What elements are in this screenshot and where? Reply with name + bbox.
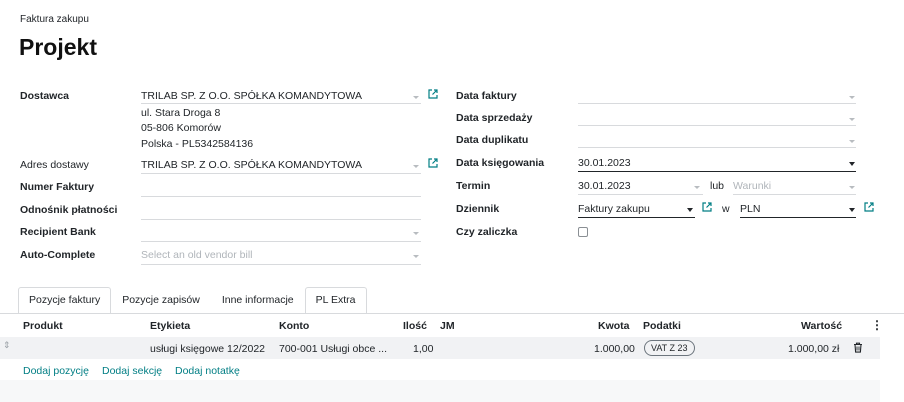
invoice-number-label: Numer Faktury bbox=[20, 181, 95, 193]
accounting-date-dropdown-icon[interactable] bbox=[849, 162, 855, 166]
table-row[interactable] bbox=[0, 337, 880, 359]
in-label: w bbox=[722, 203, 730, 215]
external-link-icon[interactable] bbox=[427, 157, 439, 169]
delivery-address-field[interactable]: TRILAB SP. Z O.O. SPÓŁKA KOMANDYTOWA bbox=[141, 159, 362, 171]
journal-underline bbox=[578, 217, 695, 218]
external-link-icon[interactable] bbox=[701, 201, 713, 213]
tab-pl-extra[interactable]: PL Extra bbox=[304, 287, 367, 313]
vendor-address-line-1: ul. Stara Droga 8 bbox=[141, 107, 221, 119]
column-header-subtotal[interactable]: Wartość bbox=[801, 320, 842, 332]
payment-terms-field[interactable]: Warunki bbox=[733, 180, 771, 192]
column-header-taxes[interactable]: Podatki bbox=[643, 320, 681, 332]
payment-terms-underline bbox=[733, 194, 856, 195]
external-link-icon[interactable] bbox=[427, 88, 439, 100]
line-subtotal: 1.000,00 zł bbox=[788, 343, 840, 355]
tabs-divider bbox=[0, 313, 904, 314]
invoice-date-label: Data faktury bbox=[456, 90, 517, 102]
column-header-uom[interactable]: JM bbox=[440, 320, 455, 332]
autocomplete-underline bbox=[141, 264, 421, 265]
optional-columns-icon[interactable]: ⋮ bbox=[871, 318, 883, 332]
column-header-account[interactable]: Konto bbox=[279, 320, 309, 332]
duplicate-date-underline bbox=[578, 147, 856, 148]
advance-payment-checkbox[interactable] bbox=[578, 227, 588, 237]
trash-icon[interactable] bbox=[853, 342, 863, 353]
due-date-label: Termin bbox=[456, 180, 491, 192]
delivery-dropdown-icon[interactable] bbox=[413, 165, 419, 168]
delivery-underline bbox=[141, 173, 421, 174]
page-title: Projekt bbox=[19, 34, 97, 60]
autocomplete-label: Auto-Complete bbox=[20, 249, 96, 261]
sale-date-dropdown-icon[interactable] bbox=[849, 118, 855, 121]
add-line-link[interactable]: Dodaj pozycję bbox=[23, 365, 89, 377]
due-date-underline bbox=[578, 194, 703, 195]
external-link-icon[interactable] bbox=[863, 201, 875, 213]
notebook-tabs: Pozycje faktury Pozycje zapisów Inne inf… bbox=[18, 287, 367, 313]
due-date-dropdown-icon[interactable] bbox=[694, 186, 700, 189]
currency-field[interactable]: PLN bbox=[740, 203, 760, 215]
invoice-date-underline bbox=[578, 103, 856, 104]
tab-journal-items[interactable]: Pozycje zapisów bbox=[111, 287, 211, 313]
delivery-address-label: Adres dostawy bbox=[20, 159, 89, 171]
accounting-date-field[interactable]: 30.01.2023 bbox=[578, 157, 631, 169]
payment-reference-underline bbox=[141, 219, 421, 220]
journal-label: Dziennik bbox=[456, 203, 500, 215]
payment-terms-dropdown-icon[interactable] bbox=[849, 186, 855, 189]
due-date-field[interactable]: 30.01.2023 bbox=[578, 180, 631, 192]
line-quantity[interactable]: 1,00 bbox=[413, 343, 433, 355]
duplicate-date-dropdown-icon[interactable] bbox=[849, 140, 855, 143]
vendor-address-line-3: Polska - PL5342584136 bbox=[141, 138, 254, 150]
accounting-date-label: Data księgowania bbox=[456, 157, 545, 169]
line-price[interactable]: 1.000,00 bbox=[594, 343, 635, 355]
add-section-link[interactable]: Dodaj sekcję bbox=[102, 365, 162, 377]
breadcrumb[interactable]: Faktura zakupu bbox=[20, 14, 89, 25]
vendor-underline bbox=[141, 103, 421, 104]
tab-invoice-lines[interactable]: Pozycje faktury bbox=[18, 287, 112, 313]
line-account[interactable]: 700-001 Usługi obce ... bbox=[279, 343, 387, 355]
invoice-date-dropdown-icon[interactable] bbox=[849, 96, 855, 99]
accounting-date-underline bbox=[578, 171, 856, 172]
currency-underline bbox=[740, 217, 856, 218]
autocomplete-field[interactable]: Select an old vendor bill bbox=[141, 249, 253, 261]
vendor-address-line-2: 05-806 Komorów bbox=[141, 122, 221, 134]
payment-reference-label: Odnośnik płatności bbox=[20, 204, 118, 216]
line-label[interactable]: usługi księgowe 12/2022 bbox=[150, 343, 265, 355]
advance-payment-label: Czy zaliczka bbox=[456, 226, 518, 238]
autocomplete-dropdown-icon[interactable] bbox=[413, 255, 419, 258]
drag-handle-icon[interactable]: ⇕ bbox=[3, 340, 11, 351]
currency-dropdown-icon[interactable] bbox=[849, 208, 855, 212]
column-header-quantity[interactable]: Ilość bbox=[403, 320, 427, 332]
sale-date-underline bbox=[578, 125, 856, 126]
tab-other-info[interactable]: Inne informacje bbox=[211, 287, 305, 313]
column-header-label[interactable]: Etykieta bbox=[150, 320, 190, 332]
recipient-bank-label: Recipient Bank bbox=[20, 226, 96, 238]
recipient-bank-dropdown-icon[interactable] bbox=[413, 232, 419, 235]
table-footer bbox=[0, 380, 880, 402]
add-note-link[interactable]: Dodaj notatkę bbox=[175, 365, 240, 377]
tax-badge[interactable]: VAT Z 23 bbox=[644, 340, 695, 356]
recipient-bank-underline bbox=[141, 241, 421, 242]
column-header-product[interactable]: Produkt bbox=[23, 320, 63, 332]
sale-date-label: Data sprzedaży bbox=[456, 112, 533, 124]
vendor-field[interactable]: TRILAB SP. Z O.O. SPÓŁKA KOMANDYTOWA bbox=[141, 90, 362, 102]
vendor-dropdown-icon[interactable] bbox=[413, 96, 419, 99]
or-label: lub bbox=[710, 180, 725, 192]
duplicate-date-label: Data duplikatu bbox=[456, 134, 529, 146]
vendor-label: Dostawca bbox=[20, 90, 70, 102]
journal-dropdown-icon[interactable] bbox=[687, 208, 693, 212]
column-header-price[interactable]: Kwota bbox=[598, 320, 630, 332]
invoice-number-underline bbox=[141, 196, 421, 197]
journal-field[interactable]: Faktury zakupu bbox=[578, 203, 650, 215]
